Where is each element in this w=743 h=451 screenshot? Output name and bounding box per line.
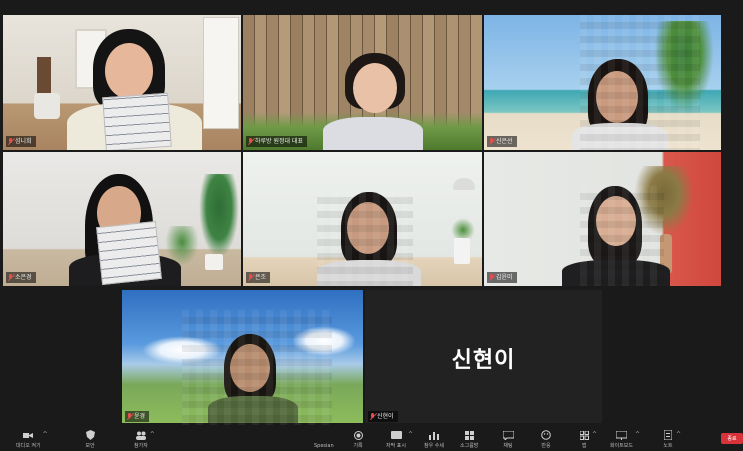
muted-mic-icon	[489, 138, 494, 145]
person	[321, 51, 423, 150]
chat-icon	[502, 430, 514, 440]
cc-icon	[390, 430, 402, 440]
chevron-up-icon[interactable]: ^	[676, 431, 681, 438]
chair	[34, 93, 60, 119]
toolbar-participants-button[interactable]: 참가자 ^	[134, 430, 155, 449]
chevron-up-icon[interactable]: ^	[43, 431, 48, 438]
held-card	[102, 92, 172, 150]
participant-display-name: 신현이	[451, 347, 516, 373]
participant-nameplate: 김윤미	[487, 272, 517, 283]
record-icon	[352, 430, 364, 440]
toolbar-reactions-button[interactable]: 반응	[540, 430, 552, 449]
participant-nameplate: 하루방 원정대 대표	[246, 136, 307, 147]
participant-tile[interactable]: 소은경	[3, 152, 241, 286]
grid-icon	[463, 430, 475, 440]
participant-tile[interactable]: 섬니희	[3, 15, 241, 150]
toolbar-chat-button[interactable]: 채팅	[502, 430, 514, 449]
participant-tile-video-off[interactable]: 신현이 신현이	[365, 290, 602, 425]
toolbar-apps-button[interactable]: 앱 ^	[578, 430, 597, 449]
end-meeting-button[interactable]: 종료	[721, 433, 743, 444]
participant-tile[interactable]: 은조	[243, 152, 482, 286]
privacy-mosaic	[580, 15, 700, 150]
chevron-up-icon[interactable]: ^	[592, 431, 597, 438]
participant-tile-active-speaker[interactable]: 하루방 원정대 대표	[243, 15, 482, 150]
chevron-up-icon[interactable]: ^	[408, 431, 413, 438]
participants-icon	[135, 430, 147, 440]
participant-nameplate: 신현이	[368, 411, 398, 422]
mic-icon	[22, 430, 34, 440]
muted-mic-icon	[248, 138, 253, 145]
chart-icon	[428, 430, 440, 440]
participant-nameplate: 섬니희	[6, 136, 36, 147]
meeting-toolbar: 대디오 켜기 ^ 보안 참가자 ^ Spesian 기록 자막 표시 ^ 참우 …	[0, 423, 743, 451]
toolbar-record-button[interactable]: 기록	[352, 430, 364, 449]
door	[203, 17, 239, 129]
participant-nameplate: 소은경	[6, 272, 36, 283]
chevron-up-icon[interactable]: ^	[150, 431, 155, 438]
plant	[199, 174, 239, 258]
participant-tile[interactable]: 김윤미	[484, 152, 721, 286]
participant-nameplate: 신은선	[487, 136, 517, 147]
muted-mic-icon	[127, 413, 132, 420]
privacy-mosaic	[317, 190, 413, 286]
held-card	[96, 221, 162, 285]
chevron-up-icon[interactable]: ^	[635, 431, 640, 438]
muted-mic-icon	[8, 138, 13, 145]
toolbar-audio-button[interactable]: 대디오 켜기 ^	[16, 430, 48, 449]
notes-icon	[662, 430, 674, 440]
lamp	[453, 178, 475, 190]
participant-nameplate: 윤경	[125, 411, 150, 422]
reaction-icon	[540, 430, 552, 440]
muted-mic-icon	[370, 413, 375, 420]
toolbar-captions-button[interactable]: 자막 표시 ^	[386, 430, 413, 449]
toolbar-polls-button[interactable]: 참우 수세	[424, 430, 444, 449]
muted-mic-icon	[489, 274, 494, 281]
toolbar-notes-button[interactable]: 노트 ^	[662, 430, 681, 449]
apps-icon	[578, 430, 590, 440]
shield-icon	[84, 430, 96, 440]
participant-tile[interactable]: 윤경	[122, 290, 363, 425]
dot-icon	[318, 431, 330, 441]
whiteboard-icon	[616, 430, 628, 440]
privacy-mosaic	[580, 186, 664, 286]
shelf	[37, 57, 51, 97]
toolbar-breakout-button[interactable]: 소그룹방	[460, 430, 478, 449]
pot	[205, 254, 223, 270]
participant-nameplate: 은조	[246, 272, 271, 283]
participant-tile[interactable]: 신은선	[484, 15, 721, 150]
muted-mic-icon	[8, 274, 13, 281]
toolbar-security-button[interactable]: 보안	[84, 430, 96, 449]
privacy-mosaic	[182, 310, 332, 425]
muted-mic-icon	[248, 274, 253, 281]
toolbar-spesian-button[interactable]: Spesian	[314, 431, 334, 449]
toolbar-whiteboard-button[interactable]: 화이트보드 ^	[610, 430, 640, 449]
pot	[454, 238, 470, 264]
